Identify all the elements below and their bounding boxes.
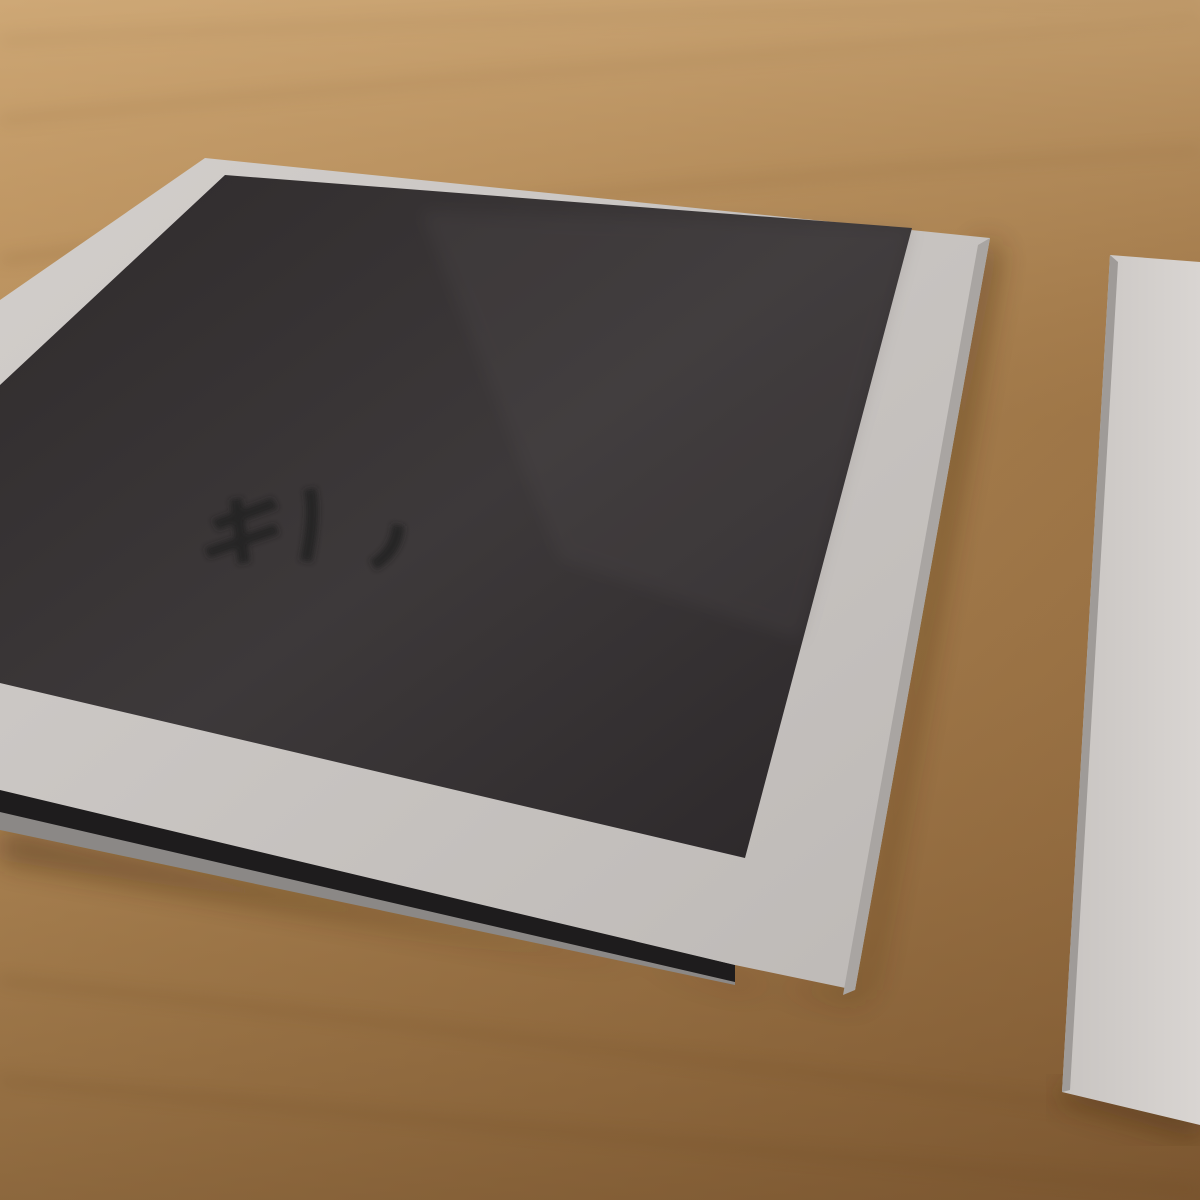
photo-scene <box>0 0 1200 1200</box>
photo-canvas <box>0 0 1200 1200</box>
